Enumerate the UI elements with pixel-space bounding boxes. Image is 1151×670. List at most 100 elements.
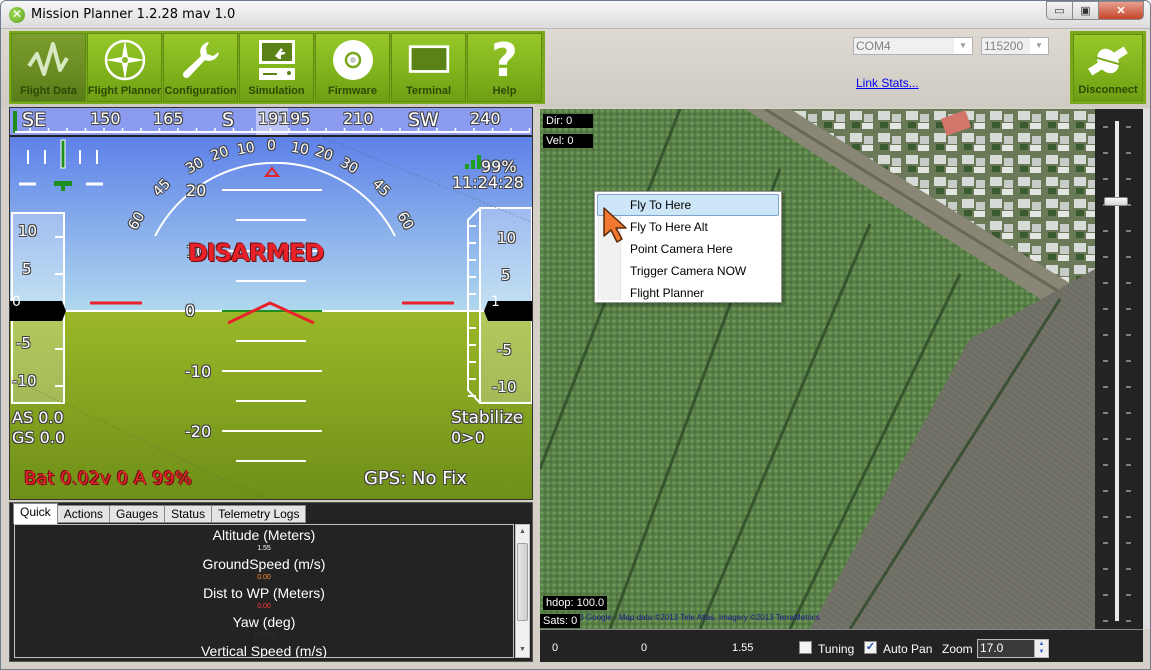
minimize-icon: ▭	[1054, 5, 1065, 17]
disc-icon	[331, 38, 375, 82]
altitude-tape-label: -5	[497, 341, 512, 359]
quick-item-label: Vertical Speed (m/s)	[200, 643, 328, 658]
hdop-readout: hdop: 100.0	[543, 596, 608, 610]
flight-mode: Stabilize	[451, 408, 524, 428]
tab-quick[interactable]: Quick	[13, 503, 58, 524]
quick-item-value: 1.55	[257, 545, 271, 552]
terminal-icon	[407, 38, 451, 82]
status-value: 1.55	[732, 642, 754, 654]
speed-value: 0	[12, 294, 21, 310]
close-button[interactable]: ✕	[1098, 1, 1144, 20]
heading-marker	[13, 111, 17, 133]
tab-gauges[interactable]: Gauges	[109, 505, 166, 523]
tuning-label: Tuning	[818, 642, 855, 656]
speed-tape-label: -5	[16, 334, 31, 352]
heading-label: SW	[408, 109, 439, 131]
battery-status: Bat 0.02v 0 A 99%	[24, 468, 192, 489]
map-view[interactable]: Dir: 0 Vel: 0 hdop: 100.0 ©2013 Google -…	[540, 109, 1095, 629]
quick-item[interactable]: Yaw (deg) 190.53	[15, 614, 513, 641]
heading-label: 210	[343, 109, 374, 128]
menu-item-trigger-camera-now[interactable]: Trigger Camera NOW	[597, 260, 779, 282]
maximize-button[interactable]: ▣	[1072, 1, 1099, 20]
map-zoom-slider[interactable]	[1095, 109, 1143, 629]
minimize-button[interactable]: ▭	[1046, 1, 1073, 20]
quick-item-value: 190.53	[253, 632, 275, 639]
link-stats-link[interactable]: Link Stats...	[856, 76, 919, 90]
spin-down-icon[interactable]: ▼	[1035, 648, 1048, 656]
zoom-value: 17.0	[980, 641, 1004, 655]
quick-view: Altitude (Meters) 1.55 GroundSpeed (m/s)…	[14, 524, 514, 658]
tuning-checkbox[interactable]	[799, 641, 812, 654]
nav-firmware[interactable]: Firmware	[315, 33, 390, 102]
airspeed-readout: AS 0.0	[12, 408, 64, 427]
nav-label: Help	[492, 85, 517, 97]
roll-label: 0	[267, 138, 276, 154]
simulation-icon	[255, 38, 299, 82]
heading-label: 240	[470, 109, 501, 128]
clock-time: 11:24:28	[452, 173, 524, 192]
window-title: Mission Planner 1.2.28 mav 1.0	[31, 7, 236, 22]
groundspeed-readout: GS 0.0	[12, 428, 66, 447]
tab-status[interactable]: Status	[164, 505, 213, 523]
roll-label: 10	[289, 139, 311, 159]
spin-up-icon[interactable]: ▲	[1035, 640, 1048, 648]
compass-icon	[103, 38, 147, 82]
nav-flight-planner[interactable]: Flight Planner	[87, 33, 162, 102]
menu-item-flight-planner[interactable]: Flight Planner	[597, 282, 779, 304]
nav-flight-data[interactable]: Flight Data	[11, 33, 86, 102]
help-icon: ?	[491, 33, 518, 87]
heading-label: 195	[280, 109, 311, 128]
direction-readout: Dir: 0	[543, 114, 593, 128]
quick-item[interactable]: Vertical Speed (m/s) 0.00	[15, 643, 513, 658]
quick-item[interactable]: Altitude (Meters) 1.55	[15, 527, 513, 554]
zoom-stepper[interactable]: 17.0 ▲ ▼	[977, 639, 1049, 658]
gps-status: GPS: No Fix	[364, 468, 467, 489]
nav-help[interactable]: ? Help	[467, 33, 542, 102]
scroll-down-icon[interactable]: ▼	[516, 643, 529, 657]
close-icon: ✕	[1116, 5, 1126, 17]
quick-item[interactable]: GroundSpeed (m/s) 0.00	[15, 556, 513, 583]
tab-actions[interactable]: Actions	[56, 505, 111, 523]
baud-select[interactable]: 115200 ▼	[981, 37, 1049, 55]
nav-configuration[interactable]: Configuration	[163, 33, 238, 102]
port-select[interactable]: COM4 ▼	[853, 37, 973, 55]
quick-item[interactable]: Dist to WP (Meters) 0.00	[15, 585, 513, 612]
quick-item-value: 0.00	[257, 603, 271, 610]
nav-terminal[interactable]: Terminal	[391, 33, 466, 102]
armed-status: DISARMED	[188, 239, 324, 267]
checkmark-icon: ✓	[865, 641, 876, 653]
quick-item-label: Dist to WP (Meters)	[203, 585, 325, 601]
chevron-down-icon: ▼	[954, 38, 972, 54]
scroll-up-icon[interactable]: ▲	[516, 525, 529, 539]
nav-bar: Flight Data Flight Planner Configuration…	[9, 31, 545, 104]
velocity-readout: Vel: 0	[543, 134, 593, 148]
pitch-label: 0	[185, 301, 196, 320]
baud-value: 115200	[984, 39, 1024, 53]
autopan-checkbox[interactable]: ✓	[864, 641, 877, 654]
speed-tape-label: -10	[12, 372, 37, 390]
port-value: COM4	[856, 39, 891, 53]
scroll-thumb[interactable]	[517, 543, 528, 621]
heading-label: 165	[153, 109, 184, 128]
nav-label: Flight Planner	[87, 85, 162, 97]
nav-label: Flight Data	[20, 85, 77, 97]
nav-label: Simulation	[248, 85, 305, 97]
zoom-slider-thumb[interactable]	[1104, 197, 1128, 206]
title-bar: Mission Planner 1.2.28 mav 1.0 ▭ ▣ ✕	[1, 1, 1150, 29]
main-window: Mission Planner 1.2.28 mav 1.0 ▭ ▣ ✕ Fli…	[0, 0, 1151, 670]
quick-scrollbar[interactable]: ▲ ▼	[515, 524, 530, 658]
waypoint-progress: 0>0	[451, 428, 485, 447]
satellite-imagery	[540, 109, 1095, 629]
tab-strip: Quick Actions Gauges Status Telemetry Lo…	[13, 503, 307, 524]
mouse-cursor-icon	[603, 207, 627, 243]
speed-tape-label: 5	[22, 260, 32, 278]
nav-simulation[interactable]: Simulation	[239, 33, 314, 102]
zoom-label: Zoom	[942, 642, 973, 656]
status-value: 0	[552, 642, 559, 654]
map-scroll-strip	[1143, 109, 1150, 629]
disconnect-button[interactable]: Disconnect	[1070, 31, 1146, 104]
tab-telemetry-logs[interactable]: Telemetry Logs	[211, 505, 307, 523]
altitude-tape-label: -10	[492, 378, 517, 396]
quick-item-label: GroundSpeed (m/s)	[202, 556, 326, 572]
pitch-label: -10	[185, 362, 212, 381]
